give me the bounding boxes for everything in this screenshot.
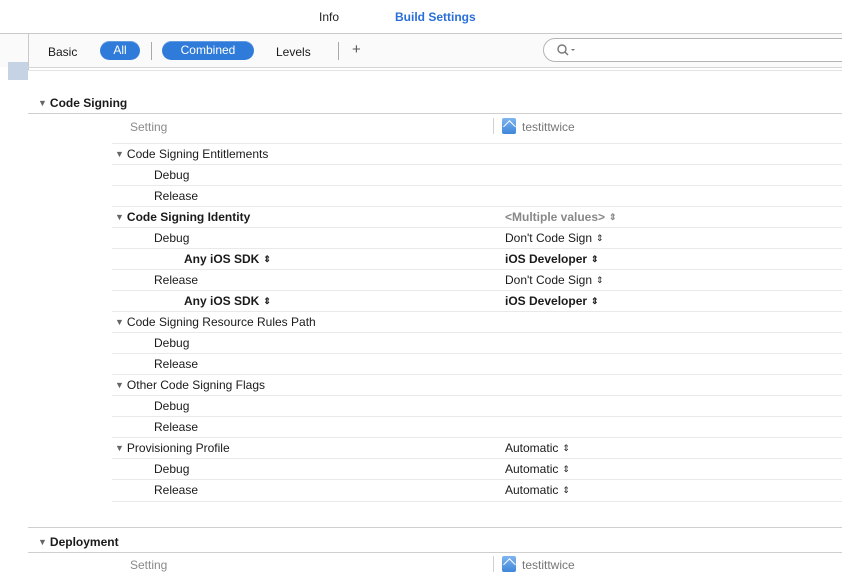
disclosure-triangle-icon[interactable]: ▼ <box>115 317 124 327</box>
setting-row-release[interactable]: Release <box>112 416 842 438</box>
up-down-arrows-icon[interactable]: ⇕ <box>562 443 570 454</box>
disclosure-triangle-icon[interactable]: ▼ <box>115 212 124 222</box>
search-icon <box>557 44 575 56</box>
row-name: Release <box>154 357 199 371</box>
setting-row-release[interactable]: Release <box>112 353 842 375</box>
row-name: Release <box>154 483 199 497</box>
setting-row-debug[interactable]: Debug <box>112 395 842 417</box>
up-down-arrows-icon[interactable]: ⇕ <box>562 464 570 475</box>
section-header-code-signing[interactable]: ▼ Code Signing <box>38 96 127 110</box>
divider <box>28 67 842 68</box>
divider <box>151 42 152 60</box>
setting-row-resource-rules[interactable]: ▼ Code Signing Resource Rules Path <box>112 311 842 333</box>
basic-filter-button[interactable]: Basic <box>48 45 77 59</box>
up-down-arrows-icon[interactable]: ⇕ <box>263 254 271 265</box>
section-title: Code Signing <box>49 96 128 110</box>
row-name: Debug <box>154 462 190 476</box>
setting-row-other-flags[interactable]: ▼ Other Code Signing Flags <box>112 374 842 396</box>
setting-row-sdk[interactable]: Any iOS SDK ⇕ iOS Developer ⇕ <box>112 248 842 270</box>
disclosure-triangle-icon[interactable]: ▼ <box>38 537 47 547</box>
tab-build-settings[interactable]: Build Settings <box>395 10 476 24</box>
row-name: Debug <box>154 168 190 182</box>
setting-row-sdk[interactable]: Any iOS SDK ⇕ iOS Developer ⇕ <box>112 290 842 312</box>
row-value[interactable]: iOS Developer ⇕ <box>505 294 599 308</box>
row-name: Debug <box>154 231 190 245</box>
row-value[interactable]: Don't Code Sign ⇕ <box>505 231 604 245</box>
row-name: ▼ Provisioning Profile <box>115 441 230 455</box>
setting-row-debug[interactable]: Debug <box>112 332 842 354</box>
disclosure-triangle-icon[interactable]: ▼ <box>115 149 124 159</box>
tab-info[interactable]: Info <box>319 10 339 24</box>
row-name: Debug <box>154 399 190 413</box>
search-input[interactable] <box>543 38 842 62</box>
up-down-arrows-icon[interactable]: ⇕ <box>596 233 604 244</box>
levels-view-button[interactable]: Levels <box>276 45 311 59</box>
divider <box>28 113 842 114</box>
up-down-arrows-icon[interactable]: ⇕ <box>596 275 604 286</box>
target-icon <box>502 556 516 572</box>
divider <box>28 527 842 528</box>
setting-row-release[interactable]: Release <box>112 185 842 207</box>
setting-row-debug[interactable]: Debug Automatic ⇕ <box>112 458 842 480</box>
up-down-arrows-icon[interactable]: ⇕ <box>591 254 599 265</box>
column-divider <box>493 556 494 572</box>
disclosure-triangle-icon[interactable]: ▼ <box>115 443 124 453</box>
row-name: Release <box>154 189 199 203</box>
column-divider <box>493 118 494 134</box>
setting-column-header: Setting <box>130 120 168 134</box>
sidebar-edge <box>8 62 28 80</box>
row-name: ▼ Other Code Signing Flags <box>115 378 265 392</box>
setting-column-header: Setting <box>130 558 168 572</box>
row-name: ▼ Code Signing Resource Rules Path <box>115 315 316 329</box>
all-filter-button[interactable]: All <box>100 41 140 60</box>
setting-row-provisioning-profile[interactable]: ▼ Provisioning Profile Automatic ⇕ <box>112 437 842 459</box>
combined-view-button[interactable]: Combined <box>162 41 254 60</box>
add-setting-button[interactable]: + <box>352 41 361 58</box>
up-down-arrows-icon[interactable]: ⇕ <box>562 485 570 496</box>
target-column-header: testittwice <box>522 558 575 572</box>
row-value[interactable]: Automatic ⇕ <box>505 441 570 455</box>
section-title: Deployment <box>49 535 119 549</box>
divider <box>28 34 29 70</box>
top-tab-bar: Info Build Settings <box>0 0 842 32</box>
setting-row-debug[interactable]: Debug <box>112 164 842 186</box>
up-down-arrows-icon[interactable]: ⇕ <box>263 296 271 307</box>
target-icon <box>502 118 516 134</box>
divider <box>28 552 842 553</box>
disclosure-triangle-icon[interactable]: ▼ <box>38 98 47 108</box>
row-value[interactable]: Automatic ⇕ <box>505 483 570 497</box>
row-name: ▼ Code Signing Identity <box>115 210 251 224</box>
disclosure-triangle-icon[interactable]: ▼ <box>115 380 124 390</box>
row-value[interactable]: <Multiple values> ⇕ <box>505 210 617 224</box>
section-header-deployment[interactable]: ▼ Deployment <box>38 535 119 549</box>
row-name: Release <box>154 273 199 287</box>
target-column-header: testittwice <box>522 120 575 134</box>
up-down-arrows-icon[interactable]: ⇕ <box>609 212 617 223</box>
setting-row-release[interactable]: Release Don't Code Sign ⇕ <box>112 269 842 291</box>
row-value[interactable]: iOS Developer ⇕ <box>505 252 599 266</box>
row-name: ▼ Code Signing Entitlements <box>115 147 269 161</box>
setting-row-debug[interactable]: Debug Don't Code Sign ⇕ <box>112 227 842 249</box>
row-name: Any iOS SDK ⇕ <box>184 294 271 308</box>
row-value[interactable]: Automatic ⇕ <box>505 462 570 476</box>
up-down-arrows-icon[interactable]: ⇕ <box>591 296 599 307</box>
divider <box>338 42 339 60</box>
row-name: Release <box>154 420 199 434</box>
setting-row-signing-identity[interactable]: ▼ Code Signing Identity <Multiple values>… <box>112 206 842 228</box>
setting-row-entitlements[interactable]: ▼ Code Signing Entitlements <box>112 143 842 165</box>
row-name: Any iOS SDK ⇕ <box>184 252 271 266</box>
divider <box>28 70 842 71</box>
row-name: Debug <box>154 336 190 350</box>
divider <box>112 501 842 502</box>
setting-row-release[interactable]: Release Automatic ⇕ <box>112 479 842 501</box>
row-value[interactable]: Don't Code Sign ⇕ <box>505 273 604 287</box>
